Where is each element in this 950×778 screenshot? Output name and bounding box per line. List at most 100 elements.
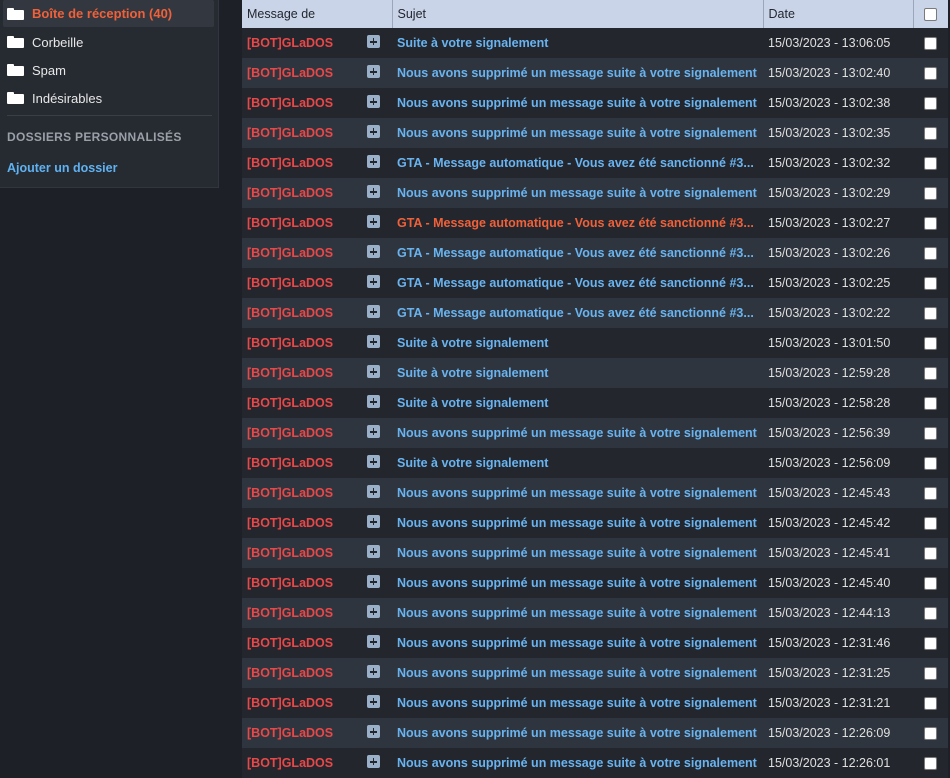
folder-spam[interactable]: Spam xyxy=(0,56,66,84)
row-checkbox[interactable] xyxy=(924,487,937,501)
row-checkbox[interactable] xyxy=(924,727,937,741)
subject-link[interactable]: Suite à votre signalement xyxy=(392,358,763,388)
row-checkbox[interactable] xyxy=(924,607,937,621)
folder-inbox[interactable]: Boîte de réception (40) xyxy=(3,0,214,27)
sender-name[interactable]: [BOT]GLaDOS xyxy=(247,336,333,350)
plus-box-icon[interactable] xyxy=(367,665,380,678)
sender-name[interactable]: [BOT]GLaDOS xyxy=(247,726,333,740)
column-header-from[interactable]: Message de xyxy=(242,0,393,28)
row-checkbox[interactable] xyxy=(924,547,937,561)
subject-link[interactable]: Nous avons supprimé un message suite à v… xyxy=(392,688,763,718)
table-row[interactable]: [BOT]GLaDOS Suite à votre signalement 15/0… xyxy=(242,358,948,388)
row-checkbox[interactable] xyxy=(924,247,937,261)
sender-name[interactable]: [BOT]GLaDOS xyxy=(247,486,333,500)
table-row[interactable]: [BOT]GLaDOS Nous avons supprimé un messag… xyxy=(242,748,948,778)
sender-name[interactable]: [BOT]GLaDOS xyxy=(247,96,333,110)
subject-link[interactable]: Nous avons supprimé un message suite à v… xyxy=(392,538,763,568)
subject-link[interactable]: Nous avons supprimé un message suite à v… xyxy=(392,628,763,658)
sender-name[interactable]: [BOT]GLaDOS xyxy=(247,216,333,230)
row-checkbox[interactable] xyxy=(924,277,937,291)
table-row[interactable]: [BOT]GLaDOS Nous avons supprimé un messag… xyxy=(242,418,948,448)
plus-box-icon[interactable] xyxy=(367,185,380,198)
subject-link[interactable]: Nous avons supprimé un message suite à v… xyxy=(392,568,763,598)
plus-box-icon[interactable] xyxy=(367,545,380,558)
table-row[interactable]: [BOT]GLaDOS Suite à votre signalement 15/0… xyxy=(242,388,948,418)
sender-name[interactable]: [BOT]GLaDOS xyxy=(247,126,333,140)
table-row[interactable]: [BOT]GLaDOS Nous avons supprimé un messag… xyxy=(242,88,948,118)
plus-box-icon[interactable] xyxy=(367,275,380,288)
sender-name[interactable]: [BOT]GLaDOS xyxy=(247,276,333,290)
row-checkbox[interactable] xyxy=(924,667,937,681)
plus-box-icon[interactable] xyxy=(367,155,380,168)
subject-link[interactable]: Suite à votre signalement xyxy=(392,388,763,418)
subject-link[interactable]: Suite à votre signalement xyxy=(392,28,763,58)
add-folder-link[interactable]: Ajouter un dossier xyxy=(7,161,117,175)
folder-undesirables[interactable]: Indésirables xyxy=(0,84,102,112)
sender-name[interactable]: [BOT]GLaDOS xyxy=(247,606,333,620)
subject-link[interactable]: Nous avons supprimé un message suite à v… xyxy=(392,418,763,448)
plus-box-icon[interactable] xyxy=(367,125,380,138)
plus-box-icon[interactable] xyxy=(367,35,380,48)
plus-box-icon[interactable] xyxy=(367,95,380,108)
table-row[interactable]: [BOT]GLaDOS Nous avons supprimé un messag… xyxy=(242,568,948,598)
table-row[interactable]: [BOT]GLaDOS GTA - Message automatique - V… xyxy=(242,298,948,328)
subject-link[interactable]: Nous avons supprimé un message suite à v… xyxy=(392,658,763,688)
row-checkbox[interactable] xyxy=(924,127,937,141)
plus-box-icon[interactable] xyxy=(367,455,380,468)
sender-name[interactable]: [BOT]GLaDOS xyxy=(247,66,333,80)
plus-box-icon[interactable] xyxy=(367,245,380,258)
plus-box-icon[interactable] xyxy=(367,395,380,408)
table-row[interactable]: [BOT]GLaDOS Nous avons supprimé un messag… xyxy=(242,538,948,568)
row-checkbox[interactable] xyxy=(924,697,937,711)
subject-link[interactable]: Nous avons supprimé un message suite à v… xyxy=(392,748,763,778)
row-checkbox[interactable] xyxy=(924,757,937,771)
table-row[interactable]: [BOT]GLaDOS Nous avons supprimé un messag… xyxy=(242,508,948,538)
table-row[interactable]: [BOT]GLaDOS Nous avons supprimé un messag… xyxy=(242,178,948,208)
row-checkbox[interactable] xyxy=(924,97,937,111)
plus-box-icon[interactable] xyxy=(367,755,380,768)
row-checkbox[interactable] xyxy=(924,397,937,411)
plus-box-icon[interactable] xyxy=(367,335,380,348)
subject-link[interactable]: Nous avons supprimé un message suite à v… xyxy=(392,178,763,208)
row-checkbox[interactable] xyxy=(924,457,937,471)
subject-link[interactable]: GTA - Message automatique - Vous avez ét… xyxy=(392,268,763,298)
subject-link[interactable]: Nous avons supprimé un message suite à v… xyxy=(392,478,763,508)
sender-name[interactable]: [BOT]GLaDOS xyxy=(247,396,333,410)
sender-name[interactable]: [BOT]GLaDOS xyxy=(247,186,333,200)
table-row[interactable]: [BOT]GLaDOS GTA - Message automatique - V… xyxy=(242,268,948,298)
plus-box-icon[interactable] xyxy=(367,695,380,708)
subject-link[interactable]: GTA - Message automatique - Vous avez ét… xyxy=(392,298,763,328)
subject-link[interactable]: GTA - Message automatique - Vous avez ét… xyxy=(392,148,763,178)
plus-box-icon[interactable] xyxy=(367,65,380,78)
row-checkbox[interactable] xyxy=(924,307,937,321)
row-checkbox[interactable] xyxy=(924,637,937,651)
row-checkbox[interactable] xyxy=(924,427,937,441)
subject-link[interactable]: Suite à votre signalement xyxy=(392,448,763,478)
subject-link[interactable]: Nous avons supprimé un message suite à v… xyxy=(392,118,763,148)
plus-box-icon[interactable] xyxy=(367,305,380,318)
table-row[interactable]: [BOT]GLaDOS Nous avons supprimé un messag… xyxy=(242,688,948,718)
table-row[interactable]: [BOT]GLaDOS Suite à votre signalement 15/0… xyxy=(242,328,948,358)
sender-name[interactable]: [BOT]GLaDOS xyxy=(247,426,333,440)
table-row[interactable]: [BOT]GLaDOS Nous avons supprimé un messag… xyxy=(242,58,948,88)
row-checkbox[interactable] xyxy=(924,367,937,381)
subject-link[interactable]: Nous avons supprimé un message suite à v… xyxy=(392,718,763,748)
sender-name[interactable]: [BOT]GLaDOS xyxy=(247,696,333,710)
sender-name[interactable]: [BOT]GLaDOS xyxy=(247,546,333,560)
sender-name[interactable]: [BOT]GLaDOS xyxy=(247,36,333,50)
row-checkbox[interactable] xyxy=(924,157,937,171)
column-header-subject[interactable]: Sujet xyxy=(392,0,764,28)
sender-name[interactable]: [BOT]GLaDOS xyxy=(247,456,333,470)
table-row[interactable]: [BOT]GLaDOS Nous avons supprimé un messag… xyxy=(242,628,948,658)
table-row[interactable]: [BOT]GLaDOS Nous avons supprimé un messag… xyxy=(242,478,948,508)
row-checkbox[interactable] xyxy=(924,517,937,531)
row-checkbox[interactable] xyxy=(924,37,937,51)
plus-box-icon[interactable] xyxy=(367,425,380,438)
subject-link[interactable]: Nous avons supprimé un message suite à v… xyxy=(392,88,763,118)
plus-box-icon[interactable] xyxy=(367,635,380,648)
table-row[interactable]: [BOT]GLaDOS GTA - Message automatique - V… xyxy=(242,208,948,238)
plus-box-icon[interactable] xyxy=(367,215,380,228)
plus-box-icon[interactable] xyxy=(367,575,380,588)
sender-name[interactable]: [BOT]GLaDOS xyxy=(247,516,333,530)
sender-name[interactable]: [BOT]GLaDOS xyxy=(247,756,333,770)
